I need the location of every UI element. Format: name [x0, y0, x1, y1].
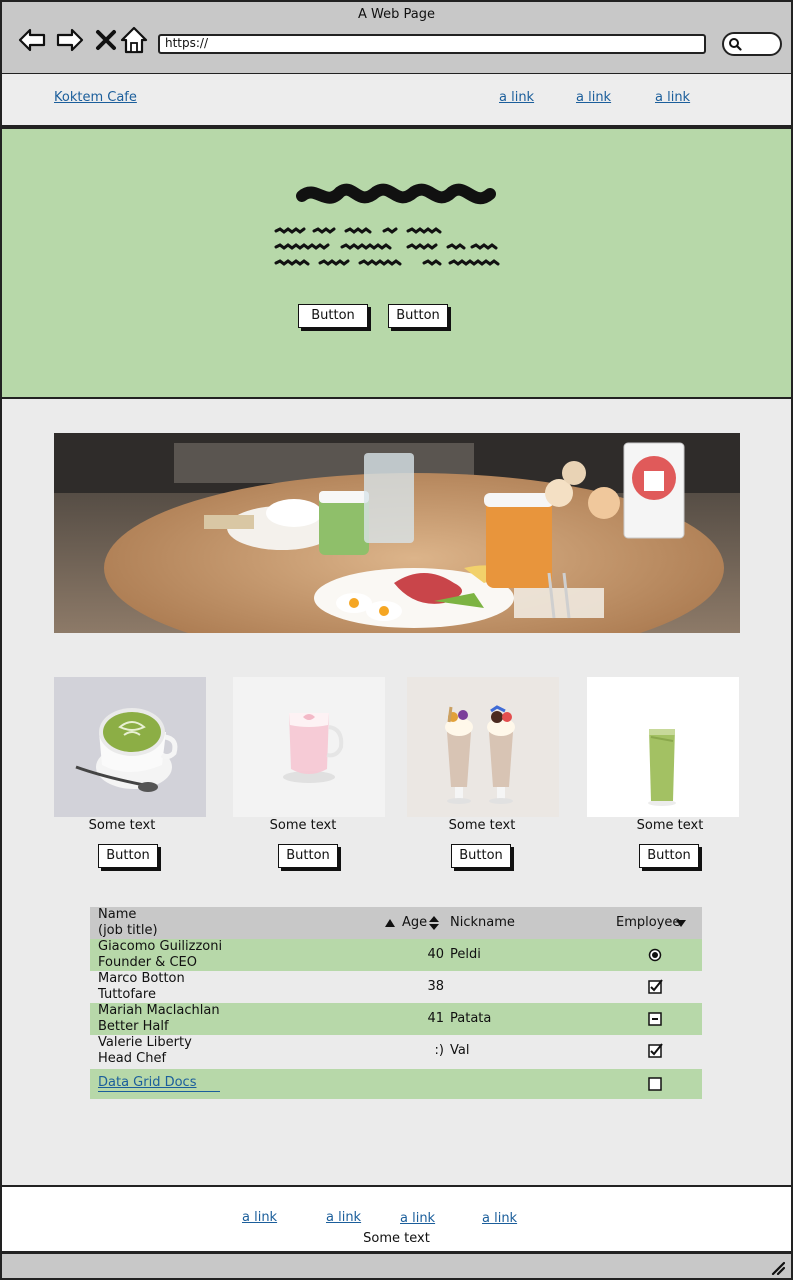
- row-age: :): [434, 1043, 444, 1058]
- grid-header-row: Name (job title) Age Nickname Employee: [90, 907, 702, 939]
- header-nickname[interactable]: Nickname: [450, 915, 515, 931]
- nav-link-2[interactable]: a link: [576, 90, 611, 105]
- row-age: 38: [427, 979, 444, 994]
- nav-link-3[interactable]: a link: [655, 90, 690, 105]
- card-button-2[interactable]: Button: [278, 844, 338, 868]
- back-arrow-icon[interactable]: [16, 24, 48, 56]
- window-title: A Web Page: [358, 7, 435, 22]
- card-button-4[interactable]: Button: [639, 844, 699, 868]
- forward-arrow-icon[interactable]: [54, 24, 86, 56]
- row-nickname: Val: [450, 1043, 470, 1058]
- data-grid-docs-link[interactable]: Data Grid Docs: [98, 1075, 221, 1092]
- header-name-label: Name: [98, 907, 137, 922]
- footer-text: Some text: [363, 1231, 430, 1246]
- footer-link-4[interactable]: a link: [482, 1211, 517, 1226]
- row-title: Tuttofare: [98, 987, 156, 1002]
- card-caption-2: Some text: [269, 818, 337, 833]
- resize-grip-icon[interactable]: [769, 1259, 785, 1275]
- matcha-latte-image: [54, 677, 206, 817]
- row-title: Head Chef: [98, 1051, 167, 1066]
- hero-button-2[interactable]: Button: [388, 304, 448, 328]
- card-button-3[interactable]: Button: [451, 844, 511, 868]
- sort-ascending-icon[interactable]: [385, 919, 395, 927]
- footer-link-3[interactable]: a link: [400, 1211, 435, 1226]
- footer-link-2[interactable]: a link: [326, 1210, 361, 1225]
- row-title: Better Half: [98, 1019, 169, 1034]
- row-name: Mariah Maclachlan: [98, 1003, 220, 1018]
- row-name: Giacomo Guilizzoni: [98, 939, 223, 954]
- row-nickname: Patata: [450, 1011, 492, 1026]
- checkbox-checked-icon[interactable]: [644, 1043, 666, 1059]
- row-name: Marco Botton: [98, 971, 185, 986]
- card-caption-4: Some text: [636, 818, 704, 833]
- header-employee[interactable]: Employee: [616, 915, 680, 931]
- header-name[interactable]: Name (job title): [98, 907, 158, 939]
- card-caption-3: Some text: [448, 818, 516, 833]
- row-age: 40: [427, 947, 444, 962]
- hero-button-1[interactable]: Button: [298, 304, 368, 328]
- table-row[interactable]: Marco Botton Tuttofare 38: [90, 971, 702, 1003]
- hero-headline-scribble: [296, 183, 496, 205]
- url-input[interactable]: https://: [158, 34, 706, 54]
- checkbox-checked-icon[interactable]: [644, 979, 666, 995]
- search-box[interactable]: [722, 32, 782, 56]
- sort-both-icon[interactable]: [429, 915, 439, 931]
- header-age[interactable]: Age: [402, 915, 427, 931]
- hero-body-scribble: [274, 227, 500, 266]
- table-row[interactable]: Valerie Liberty Head Chef :) Val: [90, 1035, 702, 1067]
- table-row[interactable]: Giacomo Guilizzoni Founder & CEO 40 Peldi: [90, 939, 702, 971]
- row-nickname: Peldi: [450, 947, 481, 962]
- browser-chrome: A Web Page https://: [0, 0, 793, 75]
- home-icon[interactable]: [118, 24, 150, 56]
- header-name-sublabel: (job title): [98, 923, 158, 938]
- status-bar: [0, 1252, 793, 1280]
- card-caption-1: Some text: [88, 818, 156, 833]
- strawberry-latte-image: [233, 677, 385, 817]
- checkbox-unchecked-icon[interactable]: [644, 1076, 666, 1092]
- sort-descending-icon[interactable]: [676, 920, 686, 927]
- cafe-banner-image: [54, 433, 740, 633]
- hero-section: Button Button: [0, 127, 793, 399]
- search-icon: [729, 38, 742, 51]
- grid-footer-row: Data Grid Docs: [90, 1069, 702, 1099]
- top-navbar: Koktem Cafe a link a link a link: [0, 74, 793, 127]
- row-title: Founder & CEO: [98, 955, 197, 970]
- milkshakes-image: [407, 677, 559, 817]
- row-age: 41: [427, 1011, 444, 1026]
- row-name: Valerie Liberty: [98, 1035, 192, 1050]
- page-footer: a link a link a link a link Some text: [0, 1185, 793, 1253]
- radio-selected-icon[interactable]: [644, 947, 666, 963]
- checkbox-indeterminate-icon[interactable]: [644, 1011, 666, 1027]
- nav-link-1[interactable]: a link: [499, 90, 534, 105]
- card-button-1[interactable]: Button: [98, 844, 158, 868]
- table-row[interactable]: Mariah Maclachlan Better Half 41 Patata: [90, 1003, 702, 1035]
- footer-link-1[interactable]: a link: [242, 1210, 277, 1225]
- green-smoothie-image: [587, 677, 739, 817]
- brand-link[interactable]: Koktem Cafe: [54, 90, 137, 105]
